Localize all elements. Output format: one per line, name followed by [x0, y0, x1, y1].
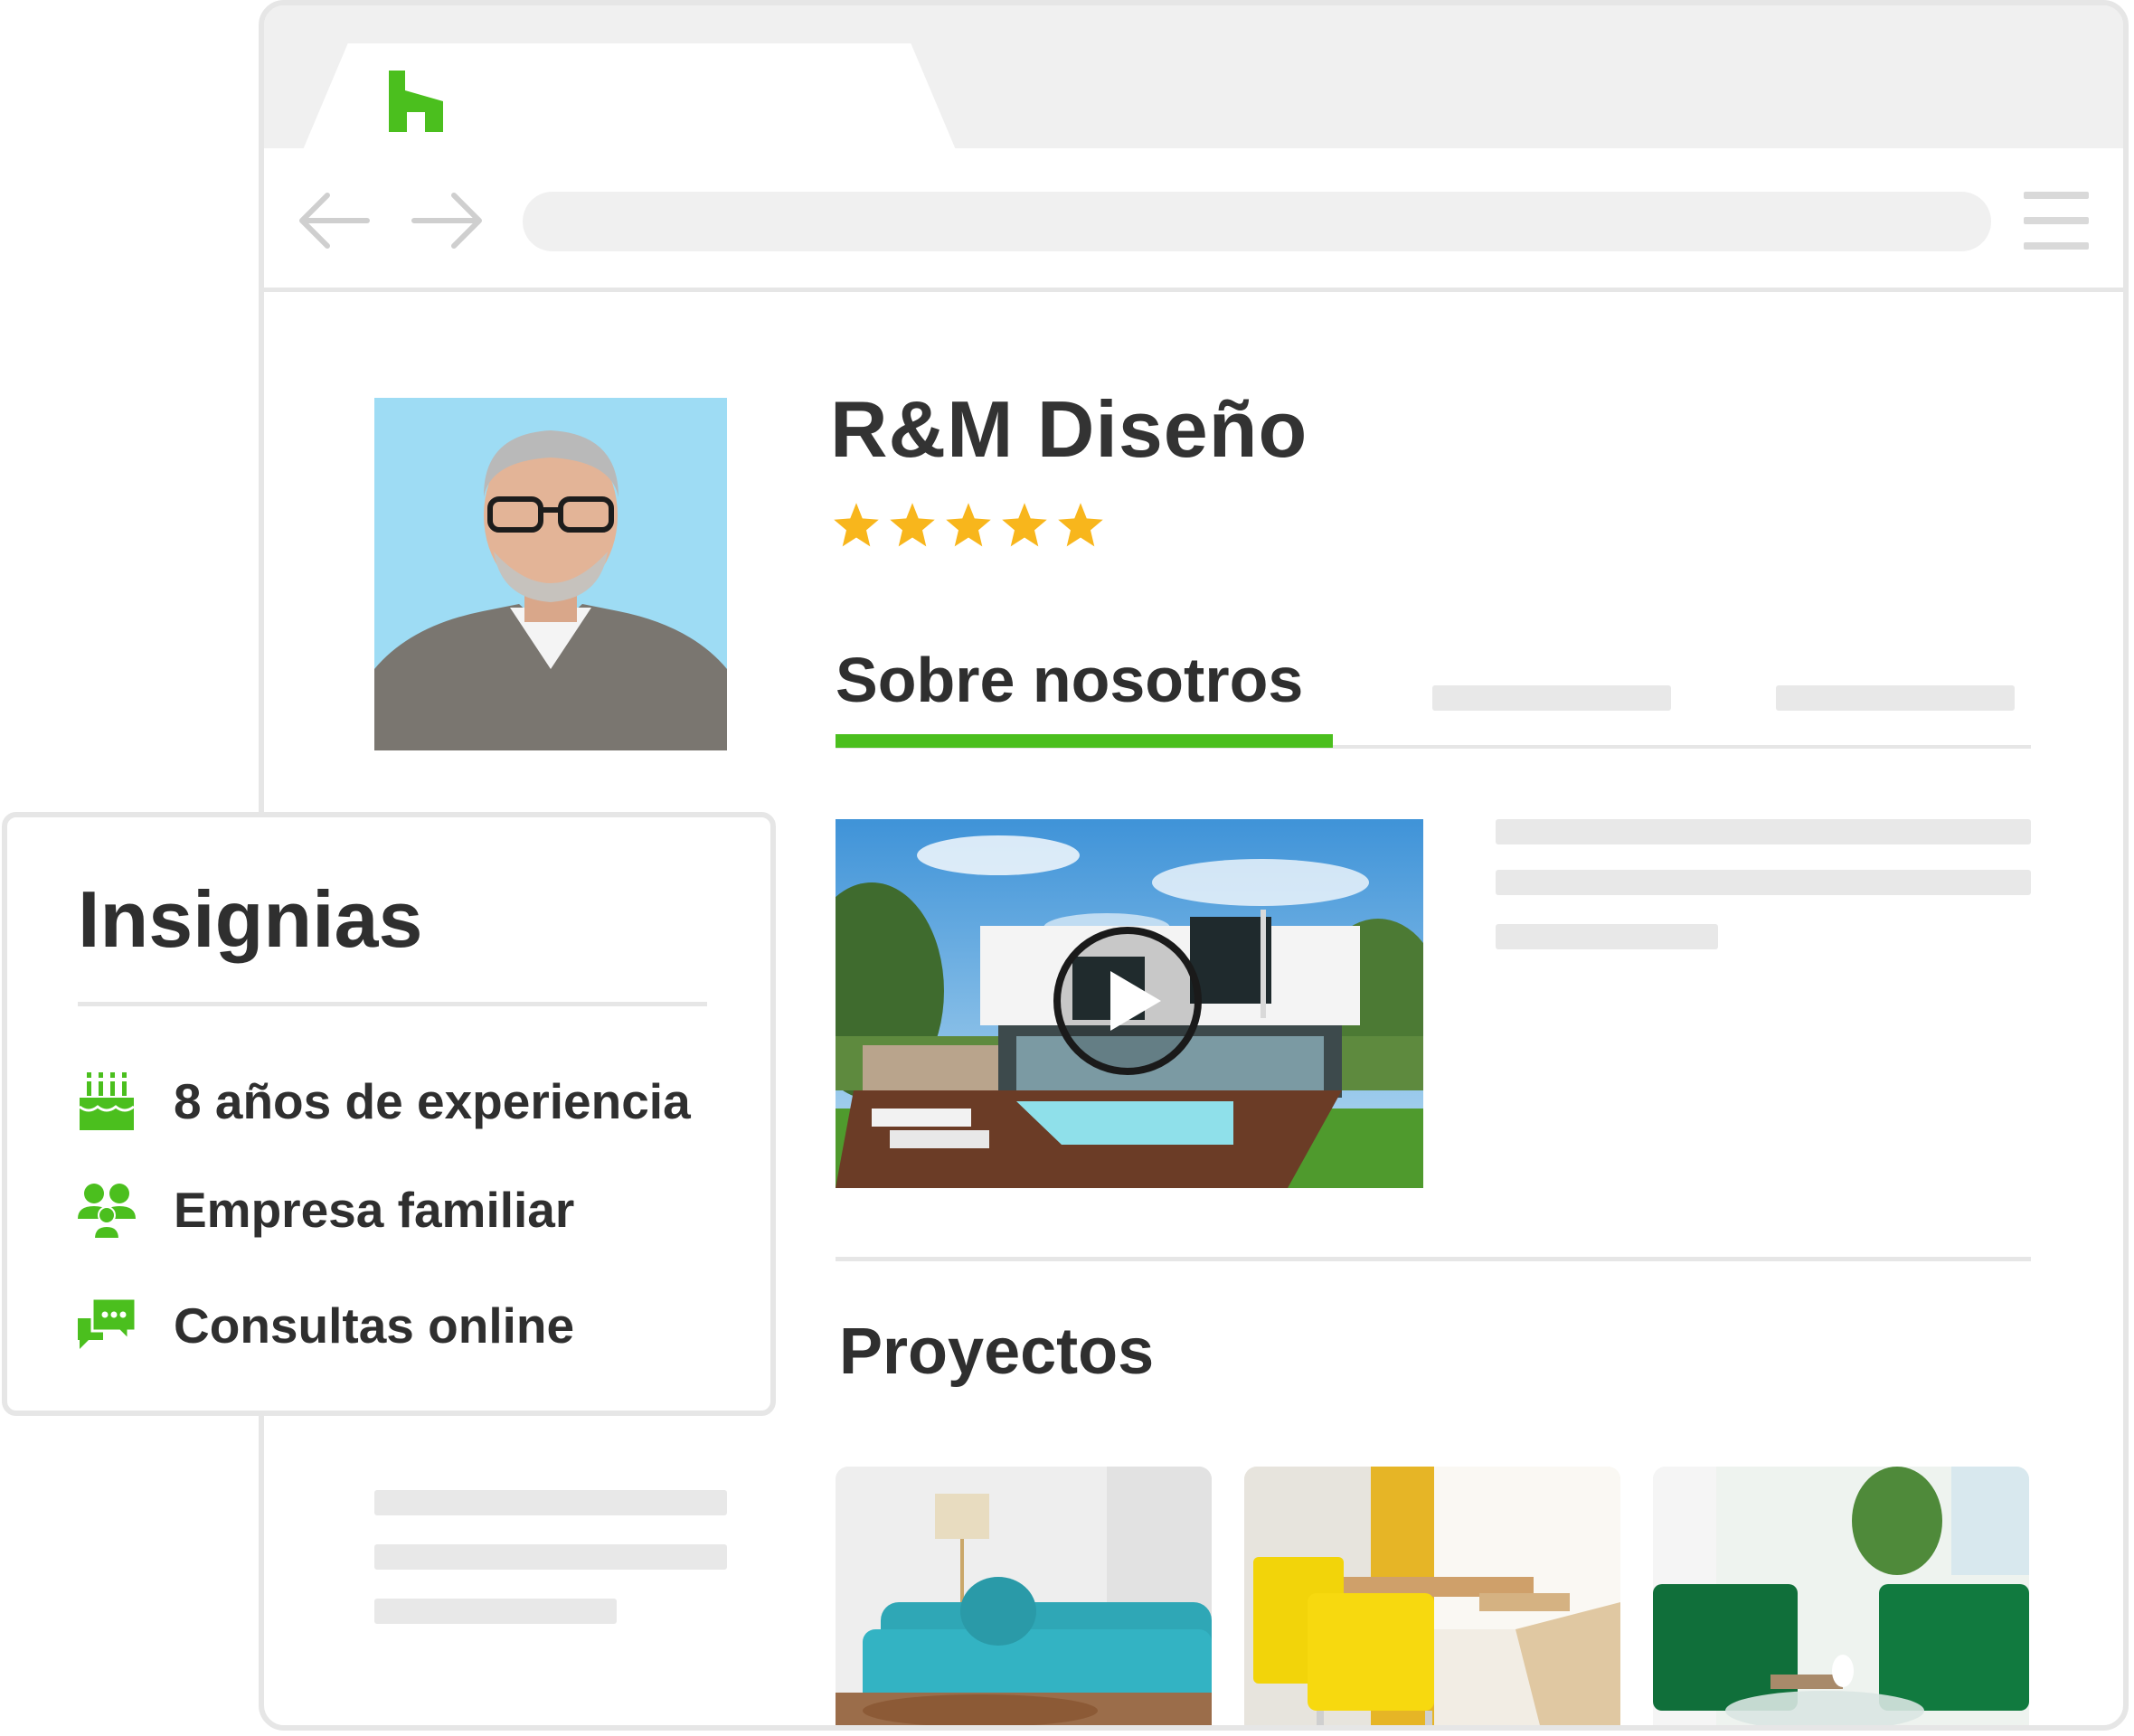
- chat-icon: [78, 1297, 137, 1349]
- profile-avatar: [374, 398, 727, 750]
- star-icon: [1058, 503, 1103, 547]
- menu-icon[interactable]: [2024, 192, 2089, 250]
- back-arrow-icon[interactable]: [297, 190, 371, 251]
- text-placeholder: [1496, 924, 1718, 949]
- toolbar-divider: [264, 288, 2123, 292]
- badges-title: Insignias: [78, 874, 423, 964]
- play-icon[interactable]: [1051, 924, 1204, 1078]
- project-thumbnail[interactable]: [1244, 1467, 1620, 1725]
- badge-label: 8 años de experiencia: [174, 1073, 691, 1129]
- badge-label: Empresa familiar: [174, 1182, 575, 1238]
- forward-arrow-icon[interactable]: [411, 190, 485, 251]
- text-placeholder: [374, 1490, 727, 1515]
- badges-divider: [78, 1002, 707, 1006]
- star-icon: [946, 503, 991, 547]
- text-placeholder: [374, 1544, 727, 1570]
- company-name: R&M Diseño: [830, 384, 1308, 474]
- tab-placeholder[interactable]: [1776, 685, 2015, 711]
- star-icon: [890, 503, 935, 547]
- tab-about-us[interactable]: Sobre nosotros: [836, 644, 1303, 716]
- text-placeholder: [1496, 870, 2031, 895]
- cake-icon: [79, 1072, 135, 1130]
- text-placeholder: [374, 1599, 617, 1624]
- projects-heading: Proyectos: [839, 1316, 1155, 1388]
- project-thumbnail[interactable]: [1653, 1467, 2029, 1725]
- houzz-logo-icon: [389, 71, 443, 132]
- text-placeholder: [1496, 819, 2031, 844]
- section-divider: [836, 1257, 2031, 1261]
- active-tab-indicator: [836, 734, 1333, 748]
- star-icon: [834, 503, 879, 547]
- address-bar[interactable]: [523, 192, 1991, 251]
- star-icon: [1002, 503, 1047, 547]
- badges-card: Insignias 8 años de experiencia Empresa …: [2, 812, 776, 1416]
- badge-label: Consultas online: [174, 1297, 575, 1354]
- tab-placeholder[interactable]: [1432, 685, 1671, 711]
- project-thumbnail[interactable]: [836, 1467, 1212, 1725]
- family-icon: [78, 1184, 136, 1240]
